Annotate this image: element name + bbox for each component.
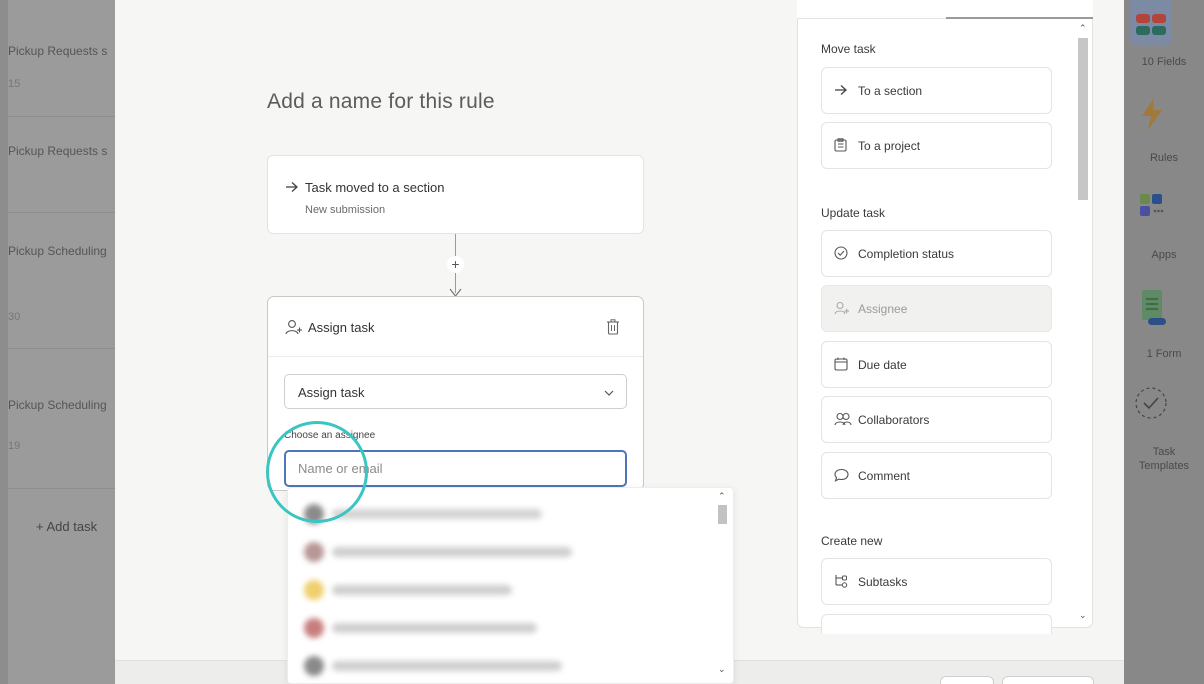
- option-partial[interactable]: [821, 614, 1052, 634]
- action-title: Assign task: [308, 320, 375, 335]
- calendar-icon: [834, 357, 848, 376]
- option-collaborators[interactable]: Collaborators: [821, 396, 1052, 443]
- bg-task-title: Pickup Requests s: [8, 44, 108, 58]
- list-item-label: [332, 661, 562, 671]
- task-templates-icon: [1134, 386, 1168, 425]
- dropdown-scrollbar[interactable]: ⌃ ⌄: [713, 488, 731, 683]
- option-label: Collaborators: [858, 413, 930, 427]
- bg-divider: [8, 212, 115, 213]
- rail-fields-label: 10 Fields: [1141, 56, 1187, 68]
- avatar: [304, 618, 324, 638]
- avatar: [304, 542, 324, 562]
- background-edge: [0, 0, 8, 684]
- rail-rules-label: Rules: [1149, 152, 1179, 164]
- rule-name-input[interactable]: Add a name for this rule: [267, 90, 495, 114]
- panel-scrollbar[interactable]: ⌃ ⌄: [1074, 20, 1092, 628]
- scroll-up-icon[interactable]: ⌃: [718, 491, 726, 502]
- scroll-up-icon[interactable]: ⌃: [1079, 23, 1087, 34]
- option-comment[interactable]: Comment: [821, 452, 1052, 499]
- list-item-label: [332, 509, 542, 519]
- action-type-value: Assign task: [298, 385, 365, 400]
- list-item-label: [332, 585, 512, 595]
- avatar: [304, 580, 324, 600]
- bg-task-count: 15: [8, 78, 21, 90]
- arrow-right-icon: [285, 180, 299, 198]
- arrow-right-icon: [834, 83, 848, 101]
- check-circle-icon: [834, 246, 848, 265]
- option-label: Comment: [858, 469, 911, 483]
- trigger-subtitle: New submission: [305, 204, 386, 216]
- footer-button[interactable]: [940, 676, 994, 684]
- list-item-label: [332, 623, 537, 633]
- bg-divider: [8, 488, 115, 489]
- rail-templates-label: Task: [1152, 446, 1176, 458]
- action-card-divider: [268, 356, 643, 357]
- bg-task-count: 19: [8, 440, 21, 452]
- form-icon: [1140, 288, 1166, 333]
- option-label: Completion status: [858, 247, 955, 261]
- option-label: Due date: [858, 358, 907, 372]
- section-title-move-task: Move task: [821, 42, 876, 56]
- scroll-down-icon[interactable]: ⌄: [718, 664, 726, 675]
- trash-icon[interactable]: [606, 319, 620, 340]
- option-label: To a project: [858, 139, 921, 153]
- footer-button[interactable]: [1002, 676, 1094, 684]
- apps-icon: [1139, 193, 1165, 224]
- assignee-icon: [285, 319, 303, 340]
- active-tab-indicator: [946, 17, 1093, 19]
- collaborators-icon: [834, 412, 852, 431]
- scroll-thumb[interactable]: [1078, 38, 1088, 200]
- option-completion-status[interactable]: Completion status: [821, 230, 1052, 277]
- section-title-create-new: Create new: [821, 534, 883, 548]
- comment-icon: [834, 468, 849, 487]
- bg-task-title: Pickup Scheduling: [8, 244, 107, 258]
- rail-apps-label: Apps: [1151, 249, 1177, 261]
- fields-tile: [1130, 0, 1172, 46]
- scroll-down-icon[interactable]: ⌄: [1079, 610, 1087, 621]
- rail-form-label: 1 Form: [1146, 348, 1182, 360]
- background-right-rail: 10 Fields Rules Apps 1 Form Task Templat…: [1124, 0, 1204, 684]
- rail-templates-label: Templates: [1138, 460, 1190, 472]
- list-item-label: [332, 547, 572, 557]
- option-label: To a section: [858, 84, 923, 98]
- option-due-date[interactable]: Due date: [821, 341, 1052, 388]
- project-icon: [834, 138, 847, 157]
- background-task-list: [0, 0, 115, 684]
- bg-task-count: 30: [8, 311, 21, 323]
- chevron-down-icon: [604, 384, 614, 402]
- option-to-a-section[interactable]: To a section: [821, 67, 1052, 114]
- click-highlight-ring: [266, 421, 368, 523]
- option-to-a-project[interactable]: To a project: [821, 122, 1052, 169]
- trigger-title: Task moved to a section: [305, 180, 445, 195]
- assignee-icon: [834, 301, 850, 320]
- connector-line: [455, 234, 456, 256]
- bg-divider: [8, 116, 115, 117]
- scroll-thumb[interactable]: [718, 505, 727, 524]
- option-assignee: Assignee: [821, 285, 1052, 332]
- section-title-update-task: Update task: [821, 206, 886, 220]
- subtasks-icon: [834, 574, 850, 593]
- assignee-suggestions-dropdown: ⌃ ⌄: [287, 487, 734, 684]
- add-step-button[interactable]: +: [447, 256, 464, 273]
- avatar: [304, 656, 324, 676]
- bg-divider: [8, 348, 115, 349]
- bg-task-title: Pickup Scheduling: [8, 398, 107, 412]
- lightning-icon: [1140, 98, 1164, 135]
- option-label: Subtasks: [858, 575, 908, 589]
- bg-add-task: + Add task: [36, 519, 98, 534]
- option-subtasks[interactable]: Subtasks: [821, 558, 1052, 605]
- bg-task-title: Pickup Requests s: [8, 144, 108, 158]
- option-label: Assignee: [858, 302, 908, 316]
